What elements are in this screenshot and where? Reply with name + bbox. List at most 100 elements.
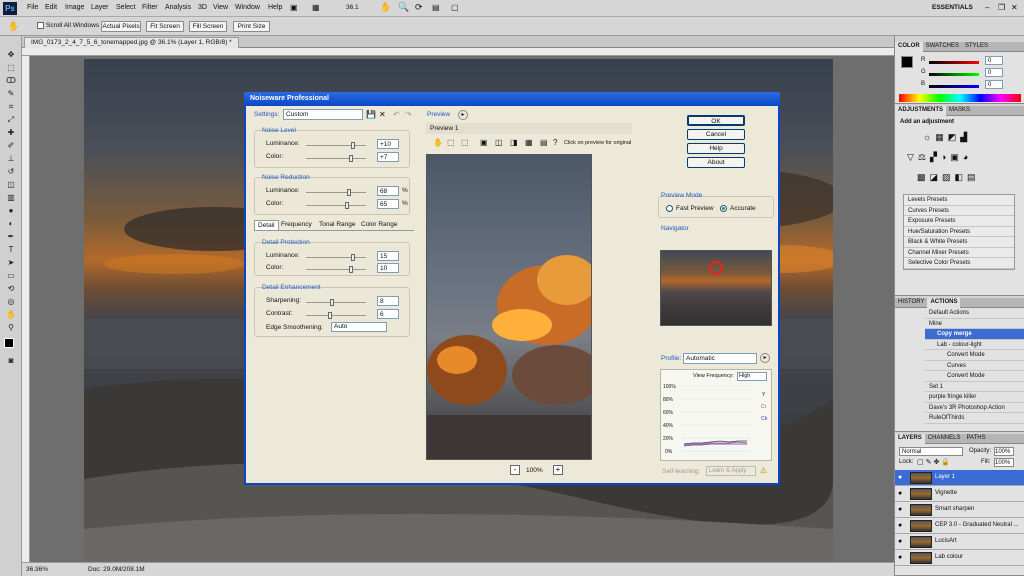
compare-icon[interactable]: ▤: [540, 138, 548, 148]
slider-knob[interactable]: [349, 266, 353, 273]
3d-orbit-tool-icon[interactable]: ◎: [5, 297, 17, 307]
menu-select[interactable]: Select: [116, 4, 135, 11]
action-set-default[interactable]: Default Actions: [925, 308, 1024, 319]
status-zoom[interactable]: 36.36%: [26, 563, 48, 576]
eye-icon[interactable]: ●: [898, 486, 902, 501]
bridge-icon[interactable]: ▣: [290, 3, 298, 12]
rotate-view-icon[interactable]: ⟳: [415, 2, 423, 13]
shape-tool-icon[interactable]: ▭: [5, 271, 17, 281]
edge-smoothening-dropdown[interactable]: Auto: [331, 322, 387, 332]
hand-tool-icon[interactable]: ✋: [5, 310, 17, 320]
fill-screen-button[interactable]: Fill Screen: [189, 21, 227, 32]
type-tool-icon[interactable]: T: [5, 245, 17, 255]
sharpening-slider[interactable]: [306, 299, 366, 306]
noise-level-luminance-slider[interactable]: [306, 142, 366, 149]
preset-selective-color[interactable]: Selective Color Presets: [904, 258, 1014, 269]
menu-3d[interactable]: 3D: [198, 4, 207, 11]
dodge-tool-icon[interactable]: ◐: [5, 219, 17, 229]
print-size-button[interactable]: Print Size: [233, 21, 270, 32]
tab-color[interactable]: COLOR: [895, 42, 923, 52]
action-set-mine[interactable]: Mine: [925, 319, 1024, 329]
noise-reduction-luminance-value[interactable]: 68: [377, 186, 399, 196]
tab-adjustments[interactable]: ADJUSTMENTS: [895, 106, 947, 116]
preset-levels[interactable]: Levels Presets: [904, 195, 1014, 206]
noise-level-luminance-value[interactable]: +10: [377, 139, 399, 149]
preset-channel-mixer[interactable]: Channel Mixer Presets: [904, 248, 1014, 258]
preview-tab[interactable]: Preview 1: [426, 123, 632, 134]
channel-g-value[interactable]: 0: [985, 68, 1003, 77]
mini-bridge-icon[interactable]: ▦: [312, 3, 320, 12]
detail-protection-color-slider[interactable]: [306, 266, 366, 273]
fast-preview-radio[interactable]: [666, 205, 673, 212]
slider-knob[interactable]: [347, 189, 351, 196]
history-brush-tool-icon[interactable]: ↺: [5, 167, 17, 177]
settings-dropdown[interactable]: Custom: [283, 109, 363, 120]
scroll-all-checkbox[interactable]: [37, 22, 44, 29]
slider-knob[interactable]: [330, 299, 334, 306]
arrange-documents-icon[interactable]: ▤: [432, 3, 440, 12]
zoom-tool-icon[interactable]: ⚲: [5, 323, 17, 333]
view-frequency-dropdown[interactable]: High: [737, 372, 767, 381]
noise-reduction-color-value[interactable]: 65: [377, 199, 399, 209]
channel-r-slider[interactable]: [929, 61, 979, 64]
tab-frequency[interactable]: Frequency: [278, 220, 315, 230]
minimize-icon[interactable]: –: [985, 3, 989, 12]
navigator-thumbnail[interactable]: [660, 250, 772, 326]
action-daves-3r[interactable]: Dave's 3R Photoshop Action: [925, 403, 1024, 413]
path-select-tool-icon[interactable]: ➤: [5, 258, 17, 268]
sharpening-value[interactable]: 8: [377, 296, 399, 306]
hand-tool-preset-icon[interactable]: ✋: [8, 21, 19, 32]
menu-edit[interactable]: Edit: [45, 4, 57, 11]
adjustment-icons-row-3[interactable]: ▩◪▨◧▤: [917, 172, 980, 183]
fit-screen-button[interactable]: Fit Screen: [146, 21, 184, 32]
adjustment-icons-row-1[interactable]: ☼▦◩▟: [923, 132, 971, 143]
single-view-icon[interactable]: ▣: [480, 138, 488, 148]
color-spectrum-bar[interactable]: [899, 94, 1021, 102]
channel-b-slider[interactable]: [929, 85, 979, 88]
blend-mode-dropdown[interactable]: Normal: [899, 447, 963, 456]
noise-level-color-slider[interactable]: [306, 155, 366, 162]
action-step-convert-mode-2[interactable]: Convert Mode: [925, 371, 1024, 382]
stamp-tool-icon[interactable]: ⊥: [5, 154, 17, 164]
preview-menu-icon[interactable]: ▸: [458, 110, 468, 120]
layer-row[interactable]: ● Layer 1: [895, 470, 1024, 486]
navigator-viewport-marker[interactable]: [709, 261, 723, 275]
menu-filter[interactable]: Filter: [142, 4, 158, 11]
contrast-value[interactable]: 6: [377, 309, 399, 319]
zoom-in-icon[interactable]: +: [553, 465, 563, 475]
noise-reduction-color-slider[interactable]: [306, 202, 366, 209]
slider-knob[interactable]: [351, 142, 355, 149]
menu-file[interactable]: File: [27, 4, 38, 11]
slider-knob[interactable]: [345, 202, 349, 209]
preset-black-white[interactable]: Black & White Presets: [904, 237, 1014, 248]
preset-curves[interactable]: Curves Presets: [904, 206, 1014, 216]
tab-channels[interactable]: CHANNELS: [925, 434, 964, 444]
restore-icon[interactable]: ❐: [998, 3, 1005, 12]
split-view-icon[interactable]: ◫: [495, 138, 503, 148]
menu-analysis[interactable]: Analysis: [165, 4, 191, 11]
document-tab[interactable]: IMG_0173_2_4_7_5_6_tonemapped.jpg @ 36.1…: [24, 37, 239, 48]
detail-protection-luminance-slider[interactable]: [306, 254, 366, 261]
channel-b-value[interactable]: 0: [985, 80, 1003, 89]
brush-tool-icon[interactable]: ✐: [5, 141, 17, 151]
lasso-tool-icon[interactable]: ↀ: [5, 76, 17, 86]
tab-color-range[interactable]: Color Range: [358, 220, 401, 230]
accurate-radio[interactable]: [720, 205, 727, 212]
action-step-curves[interactable]: Curves: [925, 361, 1024, 371]
detail-protection-luminance-value[interactable]: 15: [377, 251, 399, 261]
quick-select-tool-icon[interactable]: ✎: [5, 89, 17, 99]
crop-tool-icon[interactable]: ⌗: [5, 102, 17, 112]
lock-icons[interactable]: ▢✎✥🔒: [917, 458, 952, 466]
profile-dropdown[interactable]: Automatic: [683, 353, 757, 364]
slider-knob[interactable]: [351, 254, 355, 261]
tab-layers[interactable]: LAYERS: [895, 434, 925, 444]
fill-value[interactable]: 100%: [994, 458, 1014, 467]
action-copy-merge[interactable]: Copy merge: [925, 329, 1024, 340]
eye-icon[interactable]: ●: [898, 518, 902, 533]
channel-r-value[interactable]: 0: [985, 56, 1003, 65]
screen-mode-icon[interactable]: ▢: [451, 3, 459, 12]
tab-paths[interactable]: PATHS: [963, 434, 988, 444]
layer-row[interactable]: ● Vignette: [895, 486, 1024, 502]
marquee-icon[interactable]: ⬚: [447, 138, 455, 148]
help-question-icon[interactable]: ?: [553, 138, 557, 148]
